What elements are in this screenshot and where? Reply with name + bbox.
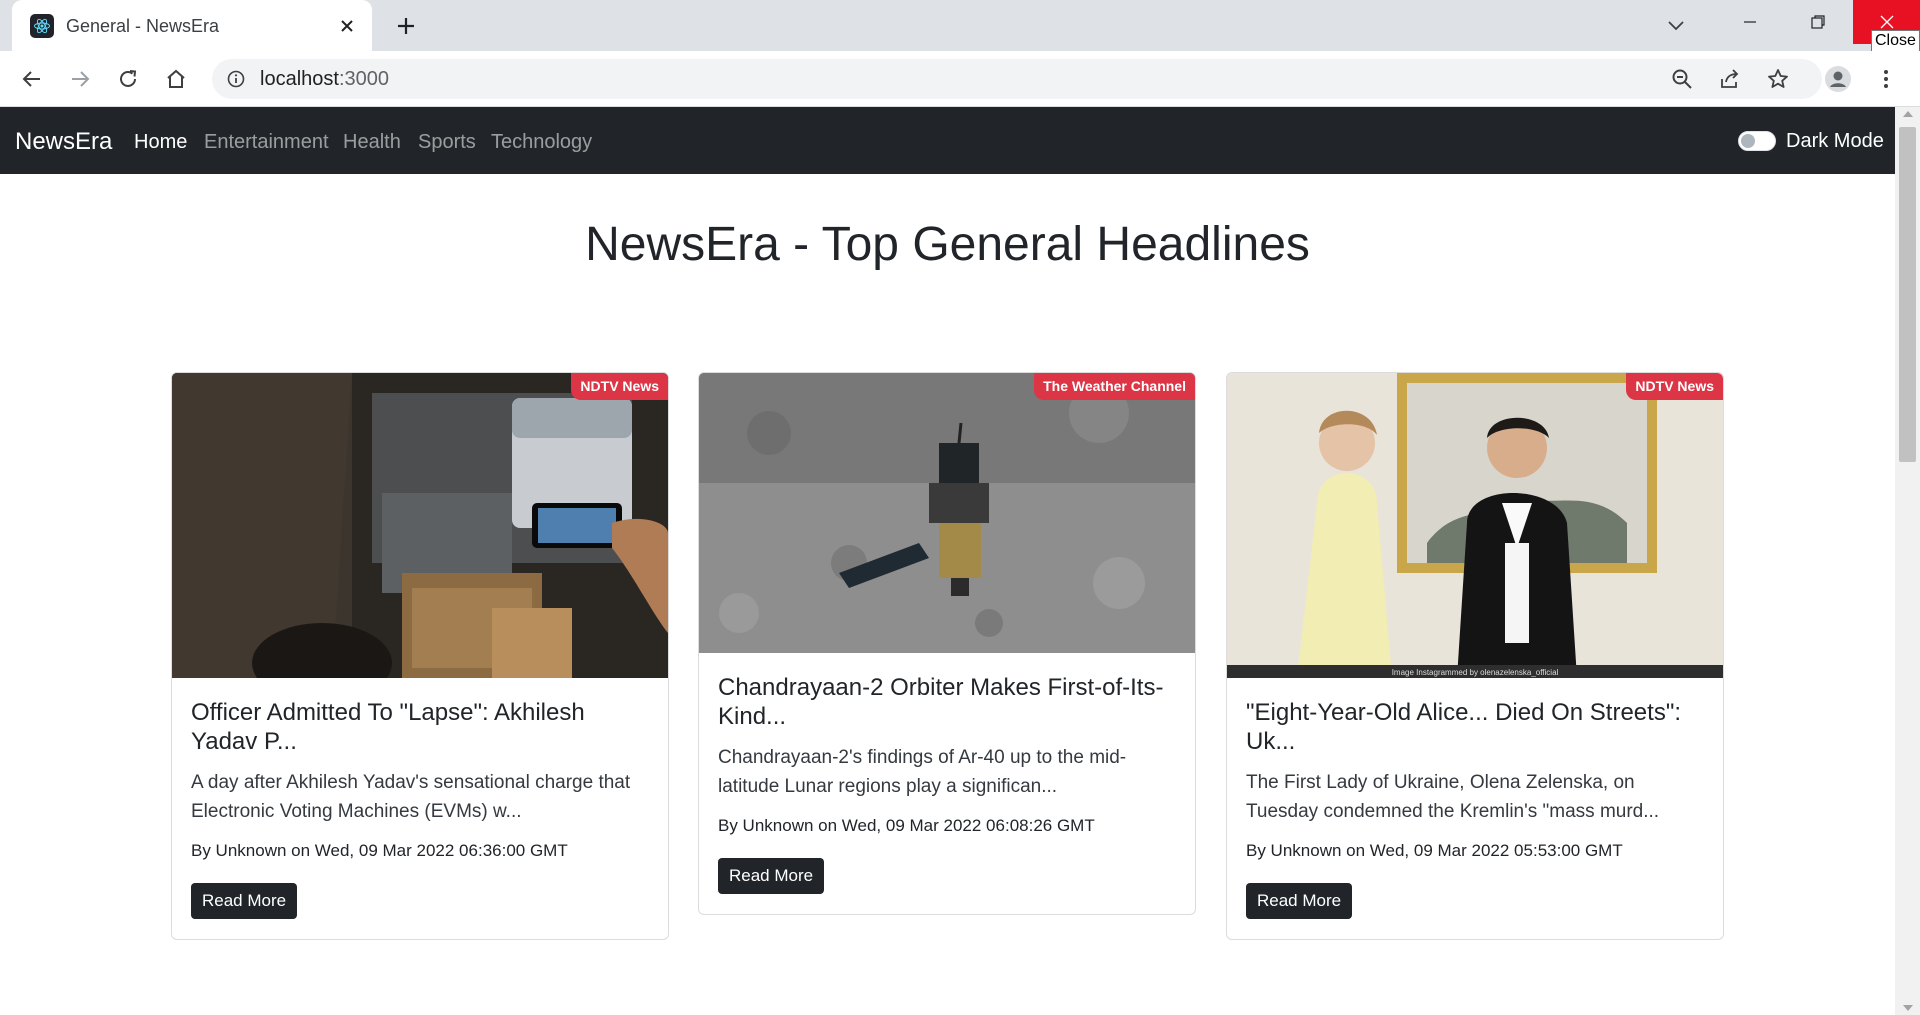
scroll-up-arrow-icon[interactable] <box>1903 111 1913 117</box>
couple-portrait-image: Image Instagrammed by olenazelenska_offi… <box>1227 373 1723 678</box>
read-more-button[interactable]: Read More <box>1246 883 1353 919</box>
url-host: localhost <box>260 68 339 90</box>
toggle-knob <box>1741 134 1755 148</box>
read-more-button[interactable]: Read More <box>718 858 825 894</box>
forward-arrow-icon[interactable] <box>64 63 96 95</box>
card-body: "Eight-Year-Old Alice... Died On Streets… <box>1227 678 1723 939</box>
share-icon[interactable] <box>1714 63 1746 95</box>
card-meta: By Unknown on Wed, 09 Mar 2022 06:08:26 … <box>718 816 1095 835</box>
news-card-image: Image Instagrammed by olenazelenska_offi… <box>1227 373 1723 678</box>
card-body: Officer Admitted To "Lapse": Akhilesh Ya… <box>172 678 668 939</box>
nav-link-entertainment[interactable]: Entertainment <box>204 131 329 154</box>
source-badge: NDTV News <box>571 373 668 400</box>
address-bar[interactable]: localhost:3000 <box>212 59 1822 99</box>
tab-title: General - NewsEra <box>66 16 220 36</box>
nav-link-technology[interactable]: Technology <box>491 131 592 154</box>
zoom-out-icon[interactable] <box>1666 63 1698 95</box>
news-card: NDTV News Officer Admitted To "Lapse": A… <box>171 372 669 940</box>
evm-warehouse-image <box>172 373 668 678</box>
navbar: NewsEra Home Entertainment Health Sports… <box>0 107 1895 174</box>
browser-tab-strip: General - NewsEra Close <box>0 0 1920 52</box>
card-description: The First Lady of Ukraine, Olena Zelensk… <box>1246 772 1660 822</box>
reload-icon[interactable] <box>112 63 144 95</box>
bookmark-star-icon[interactable] <box>1762 63 1794 95</box>
lunar-orbiter-image <box>699 373 1195 653</box>
page-scrollbar[interactable] <box>1895 107 1920 1015</box>
news-card-image: NDTV News <box>172 373 668 678</box>
card-meta: By Unknown on Wed, 09 Mar 2022 05:53:00 … <box>1246 841 1623 860</box>
card-description: A day after Akhilesh Yadav's sensational… <box>191 772 631 822</box>
news-card: The Weather Channel Chandrayaan-2 Orbite… <box>698 372 1196 915</box>
card-meta: By Unknown on Wed, 09 Mar 2022 06:36:00 … <box>191 841 568 860</box>
tab-close-icon[interactable] <box>334 13 360 39</box>
dark-mode-toggle[interactable] <box>1738 131 1776 151</box>
page-title: NewsEra - Top General Headlines <box>585 218 1310 271</box>
nav-link-health[interactable]: Health <box>343 131 401 154</box>
dark-mode-label[interactable]: Dark Mode <box>1786 130 1884 153</box>
news-card: Image Instagrammed by olenazelenska_offi… <box>1226 372 1724 940</box>
read-more-button[interactable]: Read More <box>191 883 298 919</box>
back-arrow-icon[interactable] <box>16 63 48 95</box>
source-badge: The Weather Channel <box>1034 373 1195 400</box>
tab-search-chevron-icon[interactable] <box>1660 10 1692 42</box>
card-body: Chandrayaan-2 Orbiter Makes First-of-Its… <box>699 653 1195 914</box>
restore-window-icon[interactable] <box>1788 0 1848 44</box>
react-logo-icon <box>30 14 54 38</box>
card-title: "Eight-Year-Old Alice... Died On Streets… <box>1246 699 1682 755</box>
browser-toolbar: localhost:3000 <box>0 51 1920 107</box>
nav-link-sports[interactable]: Sports <box>418 131 476 154</box>
source-badge: NDTV News <box>1626 373 1723 400</box>
news-card-image: The Weather Channel <box>699 373 1195 653</box>
url-port: :3000 <box>338 68 389 90</box>
browser-tab[interactable]: General - NewsEra <box>12 0 372 51</box>
scroll-down-arrow-icon[interactable] <box>1903 1005 1913 1011</box>
minimize-icon[interactable] <box>1720 0 1780 44</box>
card-title: Chandrayaan-2 Orbiter Makes First-of-Its… <box>718 674 1164 730</box>
profile-avatar-icon[interactable] <box>1822 63 1854 95</box>
card-title: Officer Admitted To "Lapse": Akhilesh Ya… <box>191 699 585 755</box>
home-icon[interactable] <box>160 63 192 95</box>
nav-link-home[interactable]: Home <box>134 131 187 154</box>
new-tab-icon[interactable] <box>390 10 422 42</box>
page-viewport: NewsEra Home Entertainment Health Sports… <box>0 107 1920 1015</box>
browser-menu-icon[interactable] <box>1870 63 1902 95</box>
close-tooltip: Close <box>1871 30 1920 52</box>
navbar-brand[interactable]: NewsEra <box>15 128 112 156</box>
site-info-icon[interactable] <box>226 69 246 89</box>
scrollbar-thumb[interactable] <box>1899 127 1916 462</box>
card-description: Chandrayaan-2's findings of Ar-40 up to … <box>718 747 1127 797</box>
url-text[interactable]: localhost:3000 <box>260 68 389 91</box>
image-caption: Image Instagrammed by olenazelenska_offi… <box>1392 668 1559 677</box>
